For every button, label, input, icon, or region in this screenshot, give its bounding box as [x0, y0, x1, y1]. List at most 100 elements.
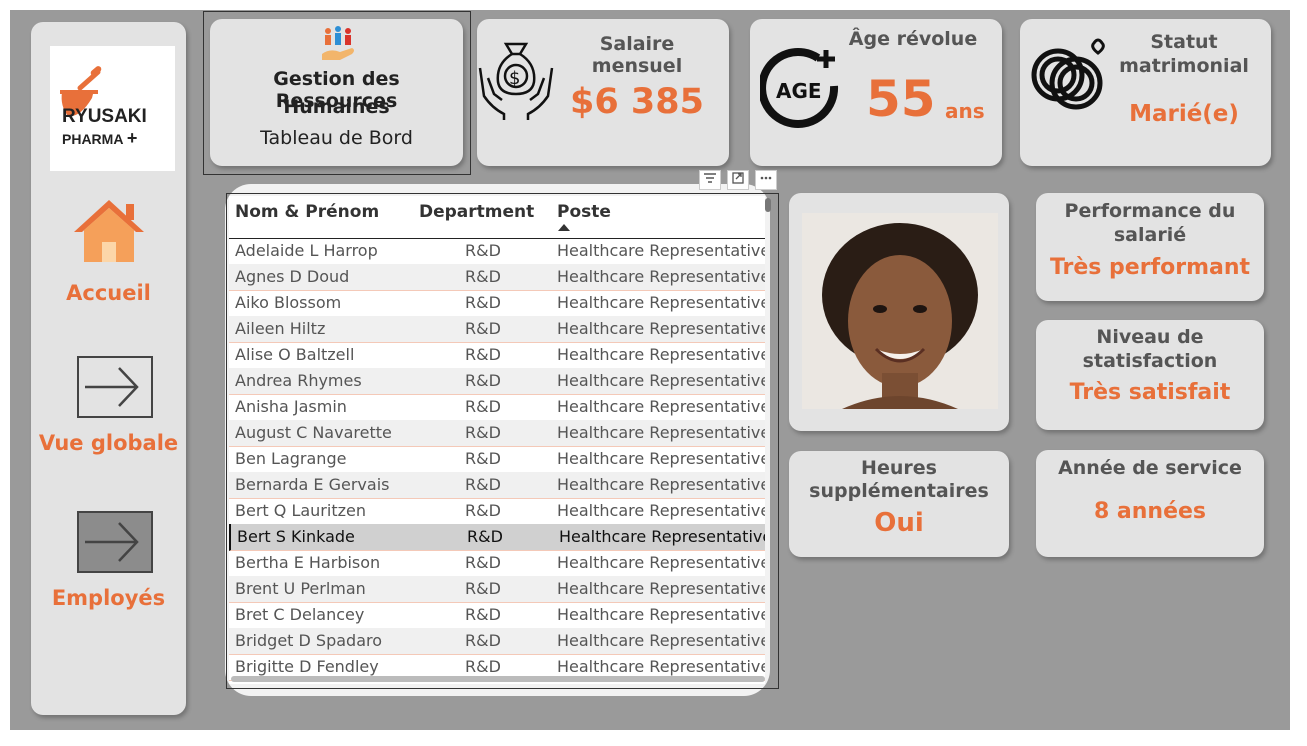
cell-poste: Healthcare Representative — [557, 397, 765, 416]
cell-poste: Healthcare Representative — [557, 345, 765, 364]
cell-department: R&D — [465, 397, 501, 416]
table-row[interactable]: Bernarda E Gervais R&D Healthcare Represen… — [229, 472, 765, 499]
satisfaction-label-line2: statisfaction — [1082, 350, 1218, 372]
employee-table[interactable]: Nom & Prénom Department Poste Adelaide L… — [229, 196, 765, 684]
cell-department: R&D — [465, 605, 501, 624]
logo-plus: + — [126, 128, 138, 148]
wedding-rings-icon — [1028, 37, 1110, 117]
cell-department: R&D — [465, 371, 501, 390]
age-unit: ans — [945, 99, 985, 123]
cell-name: Andrea Rhymes — [235, 371, 362, 390]
cell-poste: Healthcare Representative — [557, 267, 765, 286]
more-options-icon[interactable] — [755, 170, 777, 190]
cell-name: Aiko Blossom — [235, 293, 342, 312]
table-row[interactable]: Aiko Blossom R&D Healthcare Representative — [229, 290, 765, 317]
focus-mode-icon[interactable] — [727, 170, 749, 190]
cell-poste: Healthcare Representative — [557, 423, 765, 442]
table-header: Nom & Prénom Department Poste — [229, 196, 765, 239]
people-group-icon — [318, 24, 358, 64]
nav-employes[interactable]: Employés — [31, 586, 186, 610]
logo-text-line2-wrap: PHARMA + — [62, 128, 137, 149]
cell-poste: Healthcare Representative — [557, 241, 765, 260]
table-row[interactable]: Alise O Baltzell R&D Healthcare Representa… — [229, 342, 765, 369]
cell-name: Adelaide L Harrop — [235, 241, 378, 260]
table-row[interactable]: Bert S Kinkade R&D Healthcare Representati… — [229, 524, 765, 551]
service-label: Année de service — [1058, 457, 1242, 479]
performance-value: Très performant — [1049, 255, 1251, 280]
satisfaction-value: Très satisfait — [1069, 380, 1231, 405]
dashboard-title-line2: Humaines — [283, 96, 390, 118]
performance-label-line2: salarié — [1113, 224, 1187, 246]
vertical-scrollbar[interactable] — [765, 198, 771, 212]
cell-name: Bret C Delancey — [235, 605, 365, 624]
sort-ascending-icon — [558, 224, 570, 231]
cell-poste: Healthcare Representative — [557, 501, 765, 520]
column-header-department[interactable]: Department — [419, 202, 534, 222]
table-row[interactable]: Anisha Jasmin R&D Healthcare Representativ… — [229, 394, 765, 421]
cell-name: August C Navarette — [235, 423, 392, 442]
cell-department: R&D — [465, 475, 501, 494]
table-row[interactable]: Brent U Perlman R&D Healthcare Representat… — [229, 576, 765, 603]
table-row[interactable]: Bertha E Harbison R&D Healthcare Represent… — [229, 550, 765, 577]
cell-name: Bridget D Spadaro — [235, 631, 383, 650]
salary-label: Salaire mensuel — [591, 33, 683, 77]
table-row[interactable]: Agnes D Doud R&D Healthcare Representative — [229, 264, 765, 291]
overtime-label-line1: Heures — [861, 457, 937, 479]
cell-name: Aileen Hiltz — [235, 319, 326, 338]
cell-poste: Healthcare Representative — [557, 657, 765, 676]
cell-department: R&D — [467, 527, 503, 546]
cell-poste: Healthcare Representative — [557, 631, 765, 650]
salary-value: $6 385 — [570, 82, 704, 122]
cell-poste: Healthcare Representative — [557, 579, 765, 598]
service-value: 8 années — [1093, 499, 1207, 524]
age-value: 55 — [866, 70, 936, 128]
cell-name: Brigitte D Fendley — [235, 657, 379, 676]
cell-poste: Healthcare Representative — [557, 605, 765, 624]
overtime-label-line2: supplémentaires — [809, 480, 989, 502]
age-icon-text: AGE — [776, 79, 822, 103]
table-row[interactable]: August C Navarette R&D Healthcare Represen… — [229, 420, 765, 447]
cell-name: Ben Lagrange — [235, 449, 347, 468]
cell-name: Alise O Baltzell — [235, 345, 355, 364]
logo-text-line2: PHARMA — [62, 131, 123, 147]
cell-poste: Healthcare Representative — [557, 475, 765, 494]
cell-department: R&D — [465, 631, 501, 650]
nav-vue-globale[interactable]: Vue globale — [31, 431, 186, 455]
table-row[interactable]: Bert Q Lauritzen R&D Healthcare Representa… — [229, 498, 765, 525]
cell-poste: Healthcare Representative — [557, 553, 765, 572]
marital-label-line2: matrimonial — [1119, 55, 1249, 77]
table-row[interactable]: Bret C Delancey R&D Healthcare Representat… — [229, 602, 765, 629]
table-row[interactable]: Bridget D Spadaro R&D Healthcare Represent… — [229, 628, 765, 655]
cell-name: Bert S Kinkade — [237, 527, 355, 546]
cell-department: R&D — [465, 241, 501, 260]
cell-name: Bert Q Lauritzen — [235, 501, 366, 520]
cell-name: Anisha Jasmin — [235, 397, 347, 416]
arrow-right-icon[interactable] — [77, 356, 153, 418]
satisfaction-label-line1: Niveau de — [1096, 326, 1204, 348]
performance-label-line1: Performance du — [1064, 200, 1236, 222]
employee-photo — [802, 213, 998, 409]
company-logo: RYUSAKI PHARMA + — [50, 46, 175, 171]
cell-department: R&D — [465, 267, 501, 286]
home-icon[interactable] — [70, 198, 148, 264]
cell-name: Brent U Perlman — [235, 579, 366, 598]
column-header-name[interactable]: Nom & Prénom — [235, 202, 379, 222]
overtime-value: Oui — [874, 508, 924, 538]
marital-label-line1: Statut — [1150, 31, 1218, 53]
table-row[interactable]: Adelaide L Harrop R&D Healthcare Represent… — [229, 238, 765, 265]
nav-accueil[interactable]: Accueil — [31, 281, 186, 305]
table-row[interactable]: Ben Lagrange R&D Healthcare Representative — [229, 446, 765, 473]
cell-poste: Healthcare Representative — [557, 449, 765, 468]
column-header-poste[interactable]: Poste — [557, 202, 611, 222]
cell-department: R&D — [465, 319, 501, 338]
cell-department: R&D — [465, 293, 501, 312]
table-row[interactable]: Andrea Rhymes R&D Healthcare Representativ… — [229, 368, 765, 395]
dashboard-subtitle: Tableau de Bord — [260, 127, 413, 149]
cell-name: Bertha E Harbison — [235, 553, 381, 572]
arrow-right-icon[interactable] — [77, 511, 153, 573]
cell-department: R&D — [465, 657, 501, 676]
filter-icon[interactable] — [699, 170, 721, 190]
table-row[interactable]: Aileen Hiltz R&D Healthcare Representative — [229, 316, 765, 343]
marital-value: Marié(e) — [1129, 101, 1239, 127]
horizontal-scrollbar[interactable] — [231, 676, 765, 682]
